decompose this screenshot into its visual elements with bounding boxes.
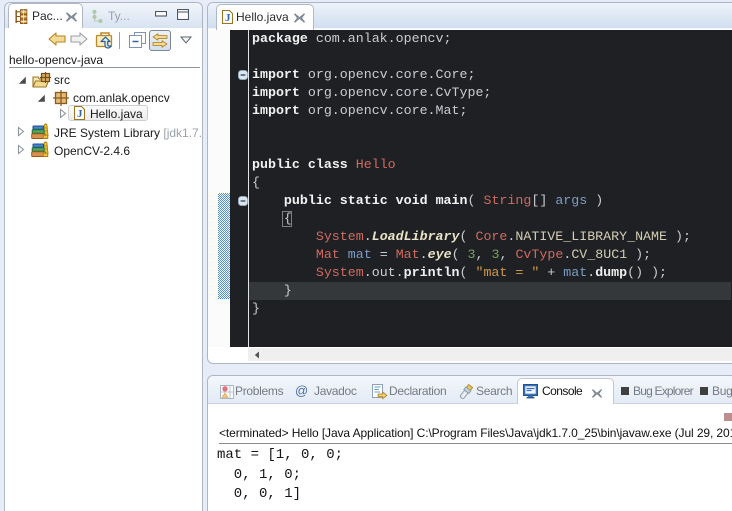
svg-text:J: J xyxy=(225,12,231,24)
svg-text:J: J xyxy=(77,108,83,120)
